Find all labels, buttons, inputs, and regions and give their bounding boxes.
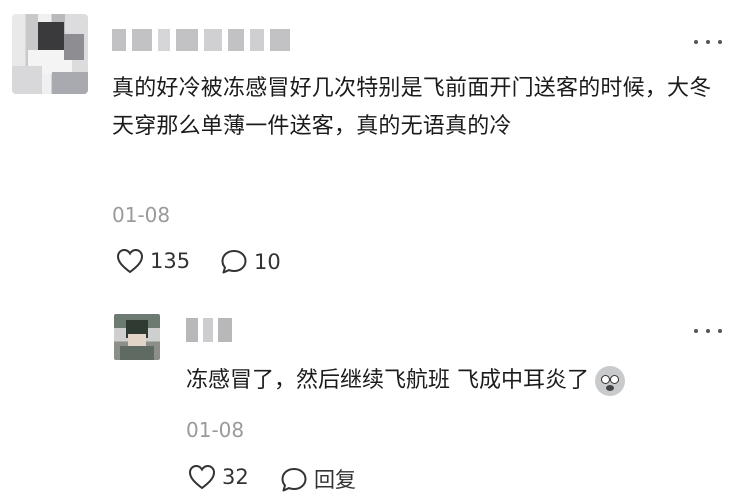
reply-label: 回复 bbox=[314, 468, 356, 492]
reply-comment: 冻感冒了，然后继续飞航班 飞成中耳炎了 01-08 32 回复 bbox=[0, 0, 741, 499]
reply-date: 01-08 bbox=[186, 418, 245, 442]
like-count: 32 bbox=[222, 465, 249, 489]
reply-button[interactable]: 回复 bbox=[280, 464, 356, 494]
worried-face-emoji bbox=[595, 366, 625, 396]
like-button[interactable]: 32 bbox=[188, 464, 249, 490]
comment-bubble-icon bbox=[281, 467, 307, 491]
reply-text: 冻感冒了，然后继续飞航班 飞成中耳炎了 bbox=[186, 368, 589, 393]
heart-icon bbox=[188, 464, 216, 490]
more-icon[interactable] bbox=[694, 327, 722, 335]
username-blurred[interactable] bbox=[186, 318, 236, 344]
avatar[interactable] bbox=[114, 314, 160, 360]
reply-text-row: 冻感冒了，然后继续飞航班 飞成中耳炎了 bbox=[186, 362, 625, 400]
